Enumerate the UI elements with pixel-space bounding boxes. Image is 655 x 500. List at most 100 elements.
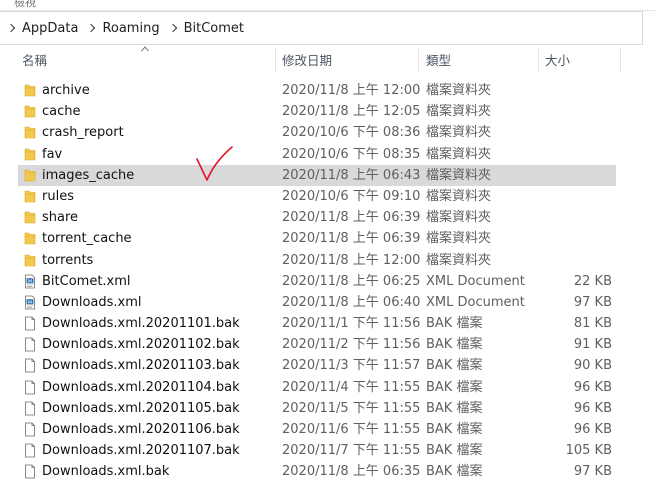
file-type: 檔案資料夾 <box>426 231 492 247</box>
folder-icon <box>24 231 36 246</box>
column-name[interactable]: 名稱 <box>22 46 47 74</box>
file-row[interactable]: torrent_cache 2020/11/8 上午 06:39 檔案資料夾 <box>0 228 655 249</box>
folder-icon <box>24 210 36 225</box>
file-name: torrents <box>42 252 94 268</box>
file-type: XML Document <box>426 273 525 289</box>
file-date-modified: 2020/11/8 上午 12:00 <box>282 83 421 98</box>
file-size: 91 KB <box>573 337 612 353</box>
file-date-modified: 2020/11/7 下午 11:55 <box>282 443 421 459</box>
file-icon <box>24 422 36 437</box>
file-type: 檔案資料夾 <box>426 104 492 120</box>
file-row[interactable]: Downloads.xml.bak 2020/11/8 上午 06:35 BAK 檔… <box>0 461 655 482</box>
file-type: BAK 檔案 <box>426 358 483 374</box>
file-name: torrent_cache <box>42 231 132 247</box>
file-type: BAK 檔案 <box>426 337 483 353</box>
file-row[interactable]: Downloads.xml.20201104.bak 2020/11/4 下午 1… <box>0 377 655 398</box>
file-name: Downloads.xml.20201101.bak <box>42 316 240 332</box>
file-date-modified: 2020/11/2 下午 11:56 <box>282 337 421 353</box>
file-row[interactable]: archive 2020/11/8 上午 12:00 檔案資料夾 <box>0 80 655 101</box>
file-date-modified: 2020/11/8 上午 06:40 <box>282 294 421 310</box>
file-row[interactable]: Downloads.xml.20201101.bak 2020/11/1 下午 1… <box>0 313 655 334</box>
xml-file-icon <box>24 295 36 310</box>
file-row[interactable]: Downloads.xml.20201107.bak 2020/11/7 下午 1… <box>0 440 655 461</box>
column-divider[interactable] <box>418 48 419 72</box>
file-type: BAK 檔案 <box>426 464 483 480</box>
file-size: 22 KB <box>573 273 612 289</box>
file-size: 105 KB <box>565 443 612 459</box>
file-row[interactable]: Downloads.xml.20201106.bak 2020/11/6 下午 1… <box>0 419 655 440</box>
file-name: Downloads.xml.bak <box>42 464 170 480</box>
file-name: Downloads.xml.20201106.bak <box>42 422 240 437</box>
file-icon <box>24 464 36 479</box>
breadcrumb-roaming[interactable]: Roaming <box>102 21 159 36</box>
file-size: 81 KB <box>573 316 612 332</box>
file-size: 96 KB <box>573 379 612 395</box>
file-type: 檔案資料夾 <box>426 252 492 268</box>
file-icon <box>24 316 36 331</box>
file-name: share <box>42 210 79 226</box>
file-name: Downloads.xml.20201102.bak <box>42 337 240 353</box>
folder-icon <box>24 168 36 183</box>
file-row[interactable]: Downloads.xml.20201103.bak 2020/11/3 下午 1… <box>0 355 655 376</box>
column-header: 名稱 修改日期 類型 大小 <box>0 46 655 74</box>
file-type: BAK 檔案 <box>426 379 483 395</box>
file-icon <box>24 358 36 373</box>
file-row[interactable]: share 2020/11/8 上午 06:39 檔案資料夾 <box>0 207 655 228</box>
file-name: Downloads.xml.20201103.bak <box>42 358 240 374</box>
file-explorer-window: 檢視 AppData Roaming BitComet 名稱 修改日期 類型 大… <box>0 0 655 500</box>
file-type: XML Document <box>426 294 525 310</box>
file-row[interactable]: Downloads.xml.20201105.bak 2020/11/5 下午 1… <box>0 398 655 419</box>
file-icon <box>24 401 36 416</box>
file-name: Downloads.xml.20201104.bak <box>42 379 240 395</box>
file-row[interactable]: crash_report 2020/10/6 下午 08:36 檔案資料夾 <box>0 122 655 143</box>
file-name: Downloads.xml.20201107.bak <box>42 443 240 459</box>
file-icon <box>24 337 36 352</box>
file-type: 檔案資料夾 <box>426 167 492 183</box>
file-name: Downloads.xml.20201105.bak <box>42 400 240 416</box>
column-divider[interactable] <box>275 48 276 72</box>
file-type: BAK 檔案 <box>426 316 483 332</box>
breadcrumb-bitcomet[interactable]: BitComet <box>184 21 244 36</box>
file-name: rules <box>42 188 74 204</box>
file-icon <box>24 443 36 458</box>
file-type: 檔案資料夾 <box>426 83 492 98</box>
file-row[interactable]: rules 2020/10/6 下午 09:10 檔案資料夾 <box>0 186 655 207</box>
file-row[interactable]: Downloads.xml.20201102.bak 2020/11/2 下午 1… <box>0 334 655 355</box>
file-name: BitComet.xml <box>42 273 131 289</box>
xml-file-icon <box>24 274 36 289</box>
file-row[interactable]: cache 2020/11/8 上午 12:05 檔案資料夾 <box>0 101 655 122</box>
file-type: BAK 檔案 <box>426 443 483 459</box>
file-size: 90 KB <box>573 358 612 374</box>
folder-icon <box>24 104 36 119</box>
chevron-right-icon[interactable] <box>168 23 177 33</box>
column-size[interactable]: 大小 <box>545 46 570 74</box>
file-type: 檔案資料夾 <box>426 188 492 204</box>
breadcrumb-appdata[interactable]: AppData <box>22 21 78 36</box>
file-type: 檔案資料夾 <box>426 210 492 226</box>
column-date-modified[interactable]: 修改日期 <box>282 46 332 74</box>
address-bar[interactable]: AppData Roaming BitComet <box>0 11 643 45</box>
file-name: crash_report <box>42 125 124 141</box>
file-row[interactable]: torrents 2020/11/8 上午 12:00 檔案資料夾 <box>0 250 655 271</box>
column-divider[interactable] <box>620 48 621 72</box>
chevron-right-icon[interactable] <box>6 23 16 33</box>
column-divider[interactable] <box>538 48 539 72</box>
file-name: archive <box>42 83 90 98</box>
file-type: BAK 檔案 <box>426 400 483 416</box>
file-row[interactable]: Downloads.xml 2020/11/8 上午 06:40 XML Docum… <box>0 292 655 313</box>
file-row[interactable]: BitComet.xml 2020/11/8 上午 06:25 XML Docume… <box>0 271 655 292</box>
column-type[interactable]: 類型 <box>426 46 451 74</box>
chevron-right-icon[interactable] <box>87 23 96 33</box>
file-row[interactable]: images_cache 2020/11/8 上午 06:43 檔案資料夾 <box>0 164 655 186</box>
sort-up-icon <box>141 46 149 52</box>
folder-icon <box>24 147 36 162</box>
file-date-modified: 2020/11/3 下午 11:57 <box>282 358 421 374</box>
folder-icon <box>24 253 36 268</box>
file-size: 97 KB <box>573 294 612 310</box>
checkmark-annotation-icon <box>196 146 233 181</box>
file-type: BAK 檔案 <box>426 422 483 437</box>
ribbon-strip: 檢視 <box>0 0 655 11</box>
file-size: 96 KB <box>573 400 612 416</box>
file-row[interactable]: fav 2020/10/6 下午 08:35 檔案資料夾 <box>0 144 655 165</box>
file-date-modified: 2020/10/6 下午 08:35 <box>282 146 421 162</box>
